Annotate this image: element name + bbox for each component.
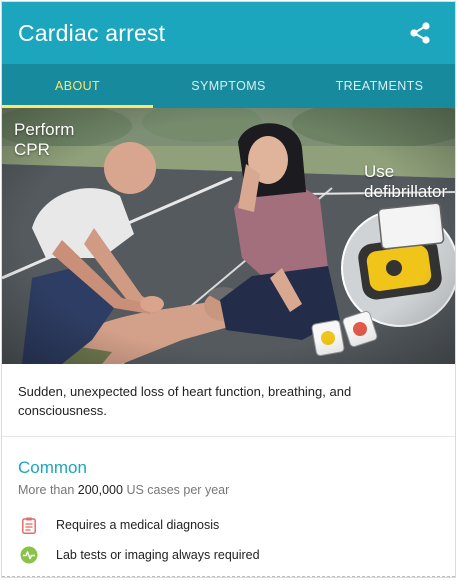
tab-bar: ABOUT SYMPTOMS TREATMENTS (2, 64, 455, 108)
fact-diagnosis: Requires a medical diagnosis (18, 514, 219, 536)
card-bottom-edge (2, 576, 455, 577)
description: Sudden, unexpected loss of heart functio… (18, 384, 352, 418)
knowledge-card: Cardiac arrest ABOUT SYMPTOMS TREATMENTS (1, 1, 456, 578)
pulse-icon (18, 544, 40, 566)
share-icon[interactable] (407, 20, 433, 46)
cpr-label-line1: Perform (14, 120, 75, 139)
fact-diagnosis-label: Requires a medical diagnosis (56, 518, 220, 532)
defibrillator-label-line2: defibrillator (364, 182, 448, 201)
prevalence-prefix: More than (18, 483, 75, 497)
page-title: Cardiac arrest (18, 20, 166, 46)
prevalence-title: Common (18, 458, 87, 477)
prevalence-count: 200,000 (77, 483, 123, 497)
fact-lab-tests-label: Lab tests or imaging always required (56, 548, 260, 562)
defibrillator-label-line1: Use (364, 162, 395, 181)
cpr-label-line2: CPR (14, 140, 50, 159)
card-header: Cardiac arrest (2, 2, 455, 64)
tab-about[interactable]: ABOUT (2, 64, 153, 108)
tab-symptoms[interactable]: SYMPTOMS (153, 64, 304, 108)
prevalence-stat: More than 200,000 US cases per year (18, 483, 229, 497)
section-divider (2, 436, 455, 437)
prevalence-suffix: US cases per year (126, 483, 230, 497)
clipboard-icon (18, 514, 40, 536)
tab-treatments[interactable]: TREATMENTS (304, 64, 455, 108)
fact-lab-tests: Lab tests or imaging always required (18, 544, 260, 566)
cpr-illustration: Perform CPR Use defibrillator (2, 108, 455, 364)
